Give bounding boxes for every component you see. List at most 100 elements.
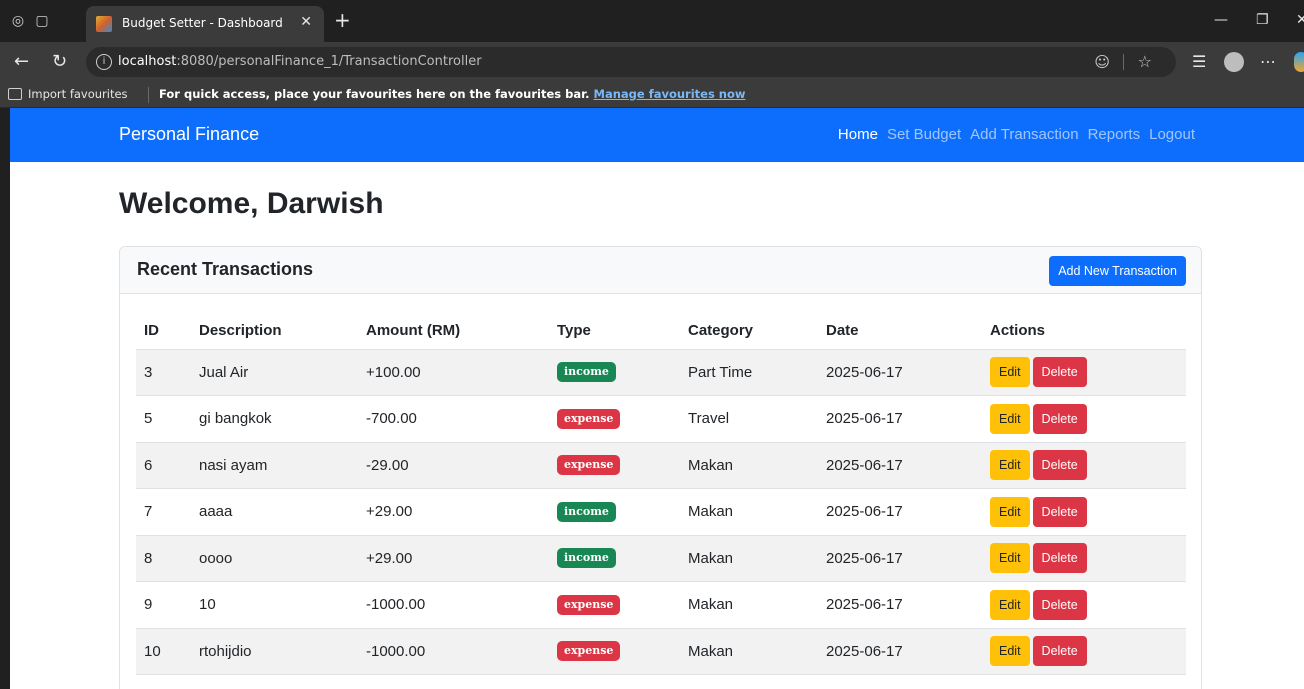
navbar-brand[interactable]: Personal Finance	[119, 124, 259, 145]
cell-category: Travel	[680, 395, 818, 443]
url-text: localhost:8080/personalFinance_1/Transac…	[118, 54, 482, 69]
edit-button[interactable]: Edit	[990, 450, 1030, 481]
browser-tab[interactable]: Budget Setter - Dashboard ✕	[86, 6, 324, 42]
window-close-icon[interactable]: ✕	[1296, 12, 1304, 28]
profile-avatar[interactable]	[1224, 52, 1244, 72]
cell-actions: Edit Delete	[982, 581, 1186, 629]
cell-category: Makan	[680, 581, 818, 629]
cell-description: Jual Air	[191, 349, 358, 396]
edit-button[interactable]: Edit	[990, 403, 1030, 434]
cell-id: 6	[136, 442, 191, 489]
cell-type: income	[549, 349, 680, 396]
cell-type: expense	[549, 628, 680, 675]
cell-type: expense	[549, 395, 680, 443]
favbar-message-text: For quick access, place your favourites …	[159, 87, 590, 101]
delete-button[interactable]: Delete	[1032, 636, 1087, 667]
site-info-icon[interactable]: i	[96, 54, 112, 70]
favorite-star-icon[interactable]: ☆	[1138, 52, 1152, 71]
cell-description: oooo	[191, 535, 358, 582]
url-field[interactable]: i localhost:8080/personalFinance_1/Trans…	[86, 47, 1176, 77]
edit-button[interactable]: Edit	[990, 636, 1030, 667]
import-folder-icon	[8, 88, 22, 100]
card-header: Recent Transactions Add New Transaction	[120, 247, 1201, 294]
manage-favourites-link[interactable]: Manage favourites now	[594, 87, 746, 101]
tab-title: Budget Setter - Dashboard	[122, 16, 283, 30]
workspaces-icon[interactable]: ◎	[10, 13, 26, 29]
transactions-table: ID Description Amount (RM) Type Category…	[136, 313, 1186, 675]
favicon-icon	[96, 16, 112, 32]
cell-id: 10	[136, 628, 191, 675]
nav-link-home[interactable]: Home	[838, 126, 878, 143]
delete-button[interactable]: Delete	[1032, 589, 1087, 620]
back-icon[interactable]: ←	[14, 52, 29, 72]
header-date: Date	[818, 313, 982, 350]
favourites-bar: Import favourites For quick access, plac…	[0, 82, 1304, 108]
tab-actions-icon[interactable]: ▢	[34, 13, 50, 29]
delete-button[interactable]: Delete	[1032, 450, 1087, 481]
favbar-message: For quick access, place your favourites …	[159, 87, 746, 101]
nav-link-add-transaction[interactable]: Add Transaction	[970, 126, 1078, 143]
table-row: 10 rtohijdio -1000.00 expense Makan 2025-06-1…	[136, 628, 1186, 675]
refresh-icon[interactable]: ↻	[52, 52, 67, 72]
type-badge: expense	[557, 594, 621, 615]
cell-amount: -1000.00	[358, 581, 549, 629]
favbar-separator	[148, 87, 149, 103]
card-title: Recent Transactions	[137, 259, 314, 279]
read-aloud-icon[interactable]: ☺	[1094, 53, 1110, 71]
header-description: Description	[191, 313, 358, 350]
app-navbar: Personal Finance Home Set Budget Add Tra…	[10, 108, 1304, 162]
cell-id: 8	[136, 535, 191, 582]
nav-link-set-budget[interactable]: Set Budget	[887, 126, 961, 143]
edit-button[interactable]: Edit	[990, 496, 1030, 527]
cell-actions: Edit Delete	[982, 535, 1186, 582]
page-title: Welcome, Darwish	[119, 187, 384, 220]
cell-date: 2025-06-17	[818, 488, 982, 536]
nav-link-logout[interactable]: Logout	[1149, 126, 1195, 143]
table-row: 8 oooo +29.00 income Makan 2025-06-17 Edit Dele…	[136, 535, 1186, 582]
type-badge: expense	[557, 455, 621, 476]
cell-amount: -29.00	[358, 442, 549, 489]
cell-description: nasi ayam	[191, 442, 358, 489]
cell-date: 2025-06-17	[818, 628, 982, 675]
header-category: Category	[680, 313, 818, 350]
copilot-icon[interactable]	[1294, 52, 1304, 72]
nav-link-reports[interactable]: Reports	[1088, 126, 1141, 143]
cell-category: Makan	[680, 442, 818, 489]
cell-actions: Edit Delete	[982, 628, 1186, 675]
import-favourites-button[interactable]: Import favourites	[28, 87, 128, 101]
navbar-links: Home Set Budget Add Transaction Reports …	[838, 126, 1195, 143]
edit-button[interactable]: Edit	[990, 357, 1030, 388]
cell-id: 3	[136, 349, 191, 396]
edit-button[interactable]: Edit	[990, 543, 1030, 574]
cell-category: Makan	[680, 535, 818, 582]
new-tab-icon[interactable]: +	[334, 10, 351, 30]
url-host: localhost	[118, 54, 177, 69]
cell-id: 7	[136, 488, 191, 536]
cell-type: expense	[549, 442, 680, 489]
delete-button[interactable]: Delete	[1032, 496, 1087, 527]
table-header-row: ID Description Amount (RM) Type Category…	[136, 313, 1186, 350]
table-row: 5 gi bangkok -700.00 expense Travel 2025-06-1…	[136, 395, 1186, 443]
address-bar-row: ← ↻ i localhost:8080/personalFinance_1/T…	[0, 42, 1304, 82]
cell-description: 10	[191, 581, 358, 629]
more-menu-icon[interactable]: ⋯	[1260, 52, 1276, 72]
add-new-transaction-button[interactable]: Add New Transaction	[1049, 256, 1186, 286]
delete-button[interactable]: Delete	[1032, 403, 1087, 434]
url-path: :8080/personalFinance_1/TransactionContr…	[176, 54, 482, 69]
restore-icon[interactable]: ❐	[1256, 12, 1269, 28]
minimize-icon[interactable]: —	[1214, 12, 1228, 28]
header-type: Type	[549, 313, 680, 350]
type-badge: income	[557, 362, 616, 383]
cell-actions: Edit Delete	[982, 442, 1186, 489]
cell-actions: Edit Delete	[982, 395, 1186, 443]
favorites-icon[interactable]: ☰	[1192, 52, 1206, 72]
cell-category: Makan	[680, 488, 818, 536]
cell-date: 2025-06-17	[818, 535, 982, 582]
table-row: 9 10 -1000.00 expense Makan 2025-06-17 Edit Del…	[136, 581, 1186, 629]
close-tab-icon[interactable]: ✕	[300, 14, 312, 30]
cell-amount: +29.00	[358, 488, 549, 536]
delete-button[interactable]: Delete	[1032, 543, 1087, 574]
edit-button[interactable]: Edit	[990, 589, 1030, 620]
delete-button[interactable]: Delete	[1032, 357, 1087, 388]
header-actions: Actions	[982, 313, 1186, 350]
